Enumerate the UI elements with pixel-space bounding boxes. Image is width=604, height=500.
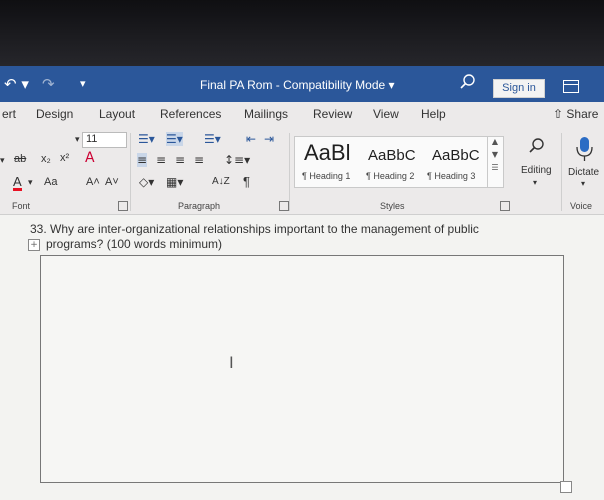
share-button[interactable]: ⇧ Share	[553, 107, 598, 121]
subscript-button[interactable]: x₂	[41, 153, 51, 165]
search-icon[interactable]	[458, 72, 478, 92]
tab-view[interactable]: View	[373, 107, 399, 121]
sign-in-button[interactable]: Sign in	[493, 79, 545, 98]
ribbon-tabs: ert Design Layout References Mailings Re…	[0, 102, 604, 128]
document-page: 33. Why are inter-organizational relatio…	[0, 215, 604, 500]
increase-indent-icon[interactable]: ⇥	[264, 132, 274, 146]
customize-qat-icon[interactable]: ▾	[80, 77, 86, 90]
styles-group-label: Styles	[380, 201, 405, 211]
font-group-label: Font	[12, 201, 31, 211]
superscript-button[interactable]: x²	[60, 152, 69, 164]
strikethrough-button[interactable]: ab	[14, 153, 26, 165]
divider	[561, 133, 562, 211]
style-heading2-sample[interactable]: AaBbC	[368, 147, 416, 164]
style-heading2-name: ¶ Heading 2	[366, 171, 415, 181]
font-dialog-launcher-icon[interactable]	[118, 201, 128, 211]
styles-scroll-up-icon[interactable]: ▲	[488, 137, 502, 146]
dictate-label: Dictate	[568, 167, 600, 178]
styles-scroll-down-icon[interactable]: ▼	[488, 150, 502, 159]
title-bar: ↶ ▾ ↷ ▾ Final PA Rom - Compatibility Mod…	[0, 66, 604, 102]
answer-textbox[interactable]	[40, 255, 564, 483]
tab-references[interactable]: References	[160, 107, 221, 121]
paragraph-dialog-launcher-icon[interactable]	[279, 201, 289, 211]
change-case-button[interactable]: Aa	[44, 176, 57, 188]
editing-label: Editing	[521, 165, 552, 176]
borders-icon[interactable]: ▦▾	[166, 175, 183, 189]
share-icon: ⇧	[553, 107, 564, 121]
show-formatting-marks-button[interactable]: ¶	[243, 174, 250, 189]
question-line-1: 33. Why are inter-organizational relatio…	[30, 222, 479, 236]
shading-icon[interactable]: ◇▾	[139, 175, 154, 189]
styles-more-icon[interactable]: ☰	[488, 163, 502, 172]
document-title[interactable]: Final PA Rom - Compatibility Mode ▾	[200, 78, 395, 92]
font-color-dropdown-icon[interactable]: ▾	[28, 177, 33, 188]
shrink-font-button[interactable]: A˅	[105, 176, 119, 188]
decrease-indent-icon[interactable]: ⇤	[246, 132, 256, 146]
tab-help[interactable]: Help	[421, 107, 446, 121]
style-heading1-name: ¶ Heading 1	[302, 171, 351, 181]
tab-mailings[interactable]: Mailings	[244, 107, 288, 121]
question-line-2: programs? (100 words minimum)	[46, 237, 223, 251]
question-text: 33. Why are inter-organizational relatio…	[30, 222, 590, 252]
styles-gallery: AaBl AaBbC AaBbC ¶ Heading 1 ¶ Heading 2…	[294, 136, 504, 188]
justify-icon[interactable]: ≡	[194, 153, 204, 167]
ribbon: ▾ 11 ▾ ab x₂ x² A A ▾ Aa A˄ A˅ Font ☰▾ ☰…	[0, 128, 604, 215]
font-size-field[interactable]: 11	[82, 132, 127, 148]
monitor-bezel	[0, 0, 604, 66]
tab-design[interactable]: Design	[36, 107, 73, 121]
text-effects-icon[interactable]: A	[85, 150, 95, 166]
styles-dialog-launcher-icon[interactable]	[500, 201, 510, 211]
voice-group-label: Voice	[570, 201, 593, 211]
ribbon-display-options-icon[interactable]	[563, 80, 579, 93]
align-center-icon[interactable]: ≡	[156, 153, 166, 167]
style-heading3-name: ¶ Heading 3	[427, 171, 476, 181]
undo-icon[interactable]: ↶ ▾	[4, 75, 29, 93]
line-spacing-icon[interactable]: ↕≡▾	[224, 153, 250, 167]
table-resize-handle[interactable]	[560, 481, 572, 493]
divider	[289, 133, 290, 211]
table-move-handle-icon[interactable]: +	[28, 239, 40, 251]
align-right-icon[interactable]: ≡	[175, 153, 185, 167]
redo-icon[interactable]: ↷	[42, 75, 55, 93]
styles-scroll[interactable]: ▲ ▼ ☰	[487, 137, 502, 187]
text-cursor-icon: I	[229, 353, 234, 372]
numbering-icon[interactable]: ☰▾	[166, 132, 183, 146]
dictate-button[interactable]: Dictate ▾	[565, 134, 603, 194]
font-color-button[interactable]: A	[13, 175, 22, 191]
tab-layout[interactable]: Layout	[99, 107, 135, 121]
bullets-icon[interactable]: ☰▾	[138, 132, 155, 146]
style-heading1-sample[interactable]: AaBl	[304, 140, 350, 166]
style-heading3-sample[interactable]: AaBbC	[432, 147, 480, 164]
sort-button[interactable]: A↓Z	[212, 176, 230, 187]
font-size-dropdown-icon[interactable]: ▾	[75, 134, 80, 145]
divider	[130, 133, 131, 211]
find-icon	[529, 138, 544, 153]
microphone-icon	[576, 137, 593, 161]
font-more-icon[interactable]: ▾	[0, 155, 5, 166]
paragraph-group-label: Paragraph	[178, 201, 221, 211]
align-left-icon[interactable]: ≡	[137, 153, 148, 167]
tab-review[interactable]: Review	[313, 107, 352, 121]
editing-dropdown-icon: ▾	[533, 178, 538, 187]
grow-font-button[interactable]: A˄	[86, 176, 100, 188]
dictate-dropdown-icon: ▾	[581, 179, 586, 188]
editing-button[interactable]: Editing ▾	[518, 134, 556, 194]
multilevel-list-icon[interactable]: ☰▾	[204, 132, 221, 146]
tab-insert[interactable]: ert	[2, 107, 16, 121]
